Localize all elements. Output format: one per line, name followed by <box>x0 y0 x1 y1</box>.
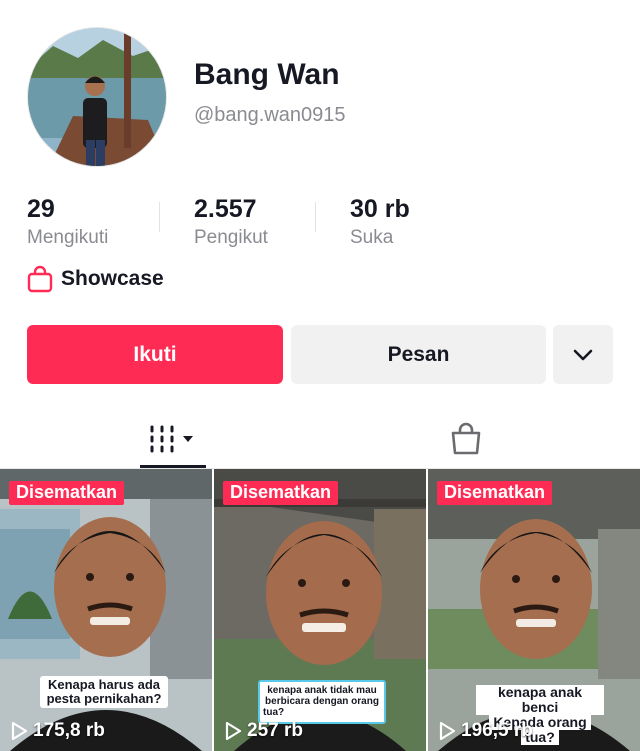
display-name: Bang Wan <box>194 58 340 91</box>
video-caption: Kenapa harus ada pesta pernikahan? <box>40 676 168 709</box>
view-count: 257 rb <box>224 720 303 742</box>
video-grid-icon <box>150 425 193 453</box>
view-count: 175,8 rb <box>10 720 105 742</box>
likes-label: Suka <box>350 227 394 248</box>
stat-likes[interactable]: 30 rb Suka <box>350 195 410 249</box>
following-label: Mengikuti <box>27 227 109 248</box>
profile-avatar[interactable] <box>27 27 167 167</box>
pinned-badge: Disematkan <box>223 481 339 505</box>
follow-button[interactable]: Ikuti <box>27 325 283 384</box>
pinned-badge: Disematkan <box>9 481 125 505</box>
shopping-bag-icon <box>451 422 481 455</box>
avatar-photo <box>28 28 166 166</box>
followers-count: 2.557 <box>194 195 257 223</box>
tab-videos[interactable] <box>140 410 206 468</box>
video-caption: kenapa anak tidak mau berbicara dengan o… <box>258 680 386 725</box>
likes-count: 30 rb <box>350 195 410 223</box>
chevron-down-icon <box>573 349 593 360</box>
shopping-bag-icon <box>27 265 53 293</box>
followers-label: Pengikut <box>194 227 268 248</box>
stat-divider <box>159 202 160 232</box>
message-button[interactable]: Pesan <box>291 325 546 384</box>
caret-down-icon <box>183 436 193 442</box>
stat-divider <box>315 202 316 232</box>
video-tile[interactable]: Disematkan Kenapa harus ada pesta pernik… <box>0 469 212 751</box>
video-tile[interactable]: Disematkan kenapa anak tidak mau berbica… <box>214 469 426 751</box>
video-grid: Disematkan Kenapa harus ada pesta pernik… <box>0 469 640 751</box>
video-thumbnail <box>0 469 212 751</box>
view-count: 196,5 rb <box>438 720 533 742</box>
more-button[interactable] <box>553 325 613 384</box>
play-icon <box>439 721 456 741</box>
stat-followers[interactable]: 2.557 Pengikut <box>194 195 268 249</box>
stat-following[interactable]: 29 Mengikuti <box>27 195 108 249</box>
following-count: 29 <box>27 195 55 223</box>
tab-shop[interactable] <box>446 410 486 468</box>
showcase-link[interactable]: Showcase <box>27 265 164 293</box>
pinned-badge: Disematkan <box>437 481 553 505</box>
username: @bang.wan0915 <box>194 104 346 126</box>
play-icon <box>11 721 28 741</box>
showcase-label: Showcase <box>61 267 164 290</box>
play-icon <box>225 721 242 741</box>
video-tile[interactable]: Disematkan kenapa anak benci Kepada oran… <box>428 469 640 751</box>
